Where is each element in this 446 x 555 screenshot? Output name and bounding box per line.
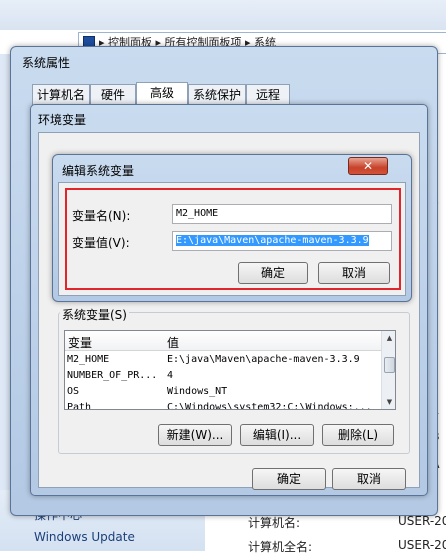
cancel-button[interactable]: 取消: [318, 262, 390, 284]
variable-name: OS: [67, 386, 80, 397]
variable-name: Path: [67, 402, 92, 410]
edit-button[interactable]: 编辑(I)...: [240, 424, 314, 446]
new-button[interactable]: 新建(W)...: [158, 424, 232, 446]
variable-name: NUMBER_OF_PR...: [67, 370, 158, 381]
system-variables-legend: 系统变量(S): [60, 306, 129, 323]
scrollbar-thumb[interactable]: [384, 357, 395, 373]
list-item[interactable]: M2_HOME E:\java\Maven\apache-maven-3.3.9: [65, 352, 381, 368]
tab-system-protection[interactable]: 系统保护: [188, 84, 246, 106]
dialog-title: 系统属性: [22, 56, 71, 70]
computer-name-value: USER-20: [398, 514, 446, 528]
tab-hardware[interactable]: 硬件: [90, 84, 136, 106]
close-icon[interactable]: ✕: [348, 157, 388, 175]
variable-value-input[interactable]: E:\java\Maven\apache-maven-3.3.9: [172, 231, 392, 251]
computer-name-label: 计算机名:: [248, 516, 301, 530]
variable-value: 4: [167, 370, 174, 381]
explorer-toolbar: [0, 0, 446, 30]
tab-computer-name[interactable]: 计算机名: [32, 84, 90, 106]
variable-name: M2_HOME: [67, 354, 110, 365]
tab-advanced[interactable]: 高级: [136, 82, 188, 106]
variable-value-label: 变量值(V):: [72, 236, 130, 250]
link-windows-update[interactable]: Windows Update: [34, 530, 135, 544]
scroll-down-icon[interactable]: ▼: [382, 395, 395, 409]
list-header: 变量 值: [65, 331, 381, 351]
dialog-title: 编辑系统变量: [62, 164, 135, 178]
column-header-variable[interactable]: 变量: [68, 334, 92, 351]
list-item[interactable]: OS Windows_NT: [65, 384, 381, 400]
env-ok-button[interactable]: 确定: [252, 468, 326, 490]
variable-value: Windows_NT: [167, 386, 228, 397]
column-header-value[interactable]: 值: [167, 334, 179, 351]
variable-name-input[interactable]: M2_HOME: [172, 204, 392, 224]
dialog-title: 环境变量: [38, 113, 87, 127]
scroll-up-icon[interactable]: ▲: [382, 331, 395, 345]
vertical-scrollbar[interactable]: ▲ ▼: [381, 331, 395, 409]
ok-button[interactable]: 确定: [238, 262, 308, 284]
list-item[interactable]: Path C:\Windows\system32;C:\Windows;...: [65, 400, 381, 410]
computer-fullname-label: 计算机全名:: [248, 540, 313, 554]
env-cancel-button[interactable]: 取消: [332, 468, 406, 490]
selected-text: E:\java\Maven\apache-maven-3.3.9: [176, 235, 369, 246]
variable-name-label: 变量名(N):: [72, 209, 131, 223]
system-variables-list[interactable]: 变量 值 M2_HOME E:\java\Maven\apache-maven-…: [64, 330, 396, 410]
delete-button[interactable]: 删除(L): [322, 424, 394, 446]
variable-value: E:\java\Maven\apache-maven-3.3.9: [167, 354, 360, 365]
computer-fullname-value: USER-20: [398, 538, 446, 552]
variable-value: C:\Windows\system32;C:\Windows;...: [167, 402, 372, 410]
list-item[interactable]: NUMBER_OF_PR... 4: [65, 368, 381, 384]
tab-remote[interactable]: 远程: [246, 84, 290, 106]
